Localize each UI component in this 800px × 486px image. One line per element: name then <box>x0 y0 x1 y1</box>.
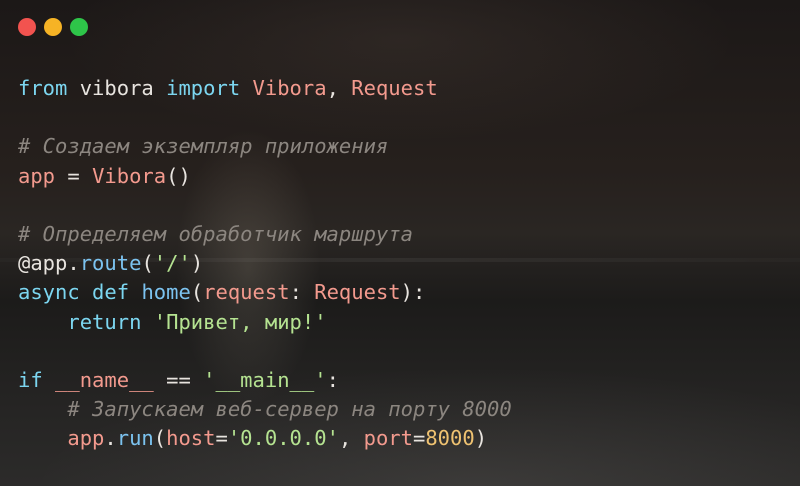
code-token-type: app <box>67 426 105 451</box>
code-line: return 'Привет, мир!' <box>18 308 512 337</box>
code-token-default: = <box>413 426 426 451</box>
code-token-type: host <box>166 426 216 451</box>
code-token-default <box>240 76 252 100</box>
code-line: from vibora import Vibora, Request <box>18 74 512 103</box>
code-token-default: : <box>326 367 339 392</box>
code-block: from vibora import Vibora, Request # Созд… <box>18 74 512 453</box>
code-token-default: () <box>166 163 191 188</box>
code-token-comment: # Запускаем веб-сервер на порту 8000 <box>67 397 512 422</box>
code-line: app = Vibora() <box>18 162 512 191</box>
code-token-default: == <box>153 367 204 392</box>
code-line: async def home(request: Request): <box>18 278 512 307</box>
code-token-string: '/' <box>153 251 191 276</box>
code-token-default <box>43 368 55 392</box>
close-dot-icon[interactable] <box>18 18 36 36</box>
code-token-string: '__main__' <box>203 367 327 392</box>
code-line: app.run(host='0.0.0.0', port=8000) <box>18 424 512 453</box>
code-token-default: ( <box>153 426 167 451</box>
code-token-default <box>129 280 141 304</box>
code-line: @app.route('/') <box>18 249 512 278</box>
code-token-default: ( <box>190 280 204 305</box>
code-token-type: request <box>203 280 290 305</box>
code-token-default <box>141 310 153 334</box>
code-token-string: 'Привет, мир!' <box>153 309 327 334</box>
code-token-keyword: return <box>67 309 142 334</box>
code-token-func: run <box>116 426 154 451</box>
code-token-default: ): <box>400 280 426 305</box>
code-line: # Запускаем веб-сервер на порту 8000 <box>18 395 512 424</box>
code-token-default: ) <box>190 251 204 276</box>
code-token-number: 8000 <box>425 426 475 451</box>
code-token-default: . <box>104 426 117 451</box>
code-token-keyword: from <box>18 76 68 100</box>
code-token-func: home <box>141 280 191 305</box>
code-token-type: __name__ <box>55 367 154 392</box>
code-token-string: '0.0.0.0' <box>227 426 339 451</box>
code-token-default: ) <box>474 426 488 451</box>
minimize-dot-icon[interactable] <box>44 18 62 36</box>
window-titlebar <box>18 17 88 37</box>
code-token-type: Request <box>314 280 401 305</box>
code-token-default: = <box>55 163 93 188</box>
code-token-keyword: import <box>166 76 241 100</box>
code-token-default <box>18 426 67 450</box>
code-token-type: port <box>363 426 413 451</box>
code-token-func: route <box>79 251 142 276</box>
code-token-default: , <box>338 426 364 451</box>
code-token-default: = <box>215 426 228 451</box>
code-token-default: : <box>289 280 315 305</box>
code-token-type: Vibora <box>92 163 167 188</box>
code-window: from vibora import Vibora, Request # Созд… <box>0 0 800 486</box>
code-line: # Создаем экземпляр приложения <box>18 132 512 161</box>
code-line: # Определяем обработчик маршрута <box>18 220 512 249</box>
code-token-type: app <box>18 163 56 188</box>
code-token-default <box>18 397 67 421</box>
code-line: if __name__ == '__main__': <box>18 366 512 395</box>
code-token-keyword: async def <box>18 280 130 305</box>
code-token-keyword: if <box>18 367 43 392</box>
code-token-default: ( <box>141 251 154 276</box>
code-token-type: Vibora <box>252 76 327 100</box>
code-token-decorator: @app. <box>18 251 80 276</box>
code-token-default: vibora <box>67 76 167 100</box>
code-token-comment: # Создаем экземпляр приложения <box>18 134 389 159</box>
code-token-comment: # Определяем обработчик маршрута <box>18 221 413 246</box>
code-token-default: , <box>326 76 352 100</box>
code-token-default <box>18 310 67 334</box>
code-token-type: Request <box>351 76 438 100</box>
maximize-dot-icon[interactable] <box>70 18 88 36</box>
